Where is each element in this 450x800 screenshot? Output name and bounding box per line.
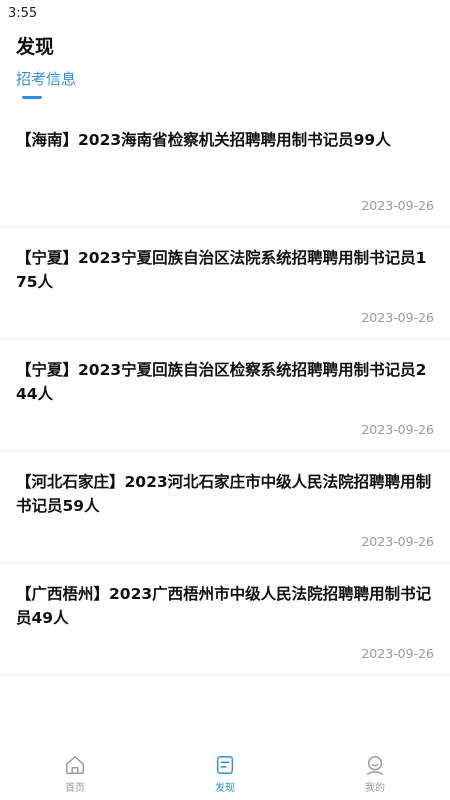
tab-exam-info[interactable]: 招考信息	[16, 68, 76, 90]
tab-bar: 招考信息	[0, 68, 450, 104]
status-bar: 3:55	[0, 0, 450, 26]
home-icon	[66, 756, 84, 774]
article-title: 【海南】2023海南省检察机关招聘聘用制书记员99人	[16, 131, 391, 149]
list-item[interactable]: 【海南】2023海南省检察机关招聘聘用制书记员99人 2023-09-26	[0, 110, 450, 228]
article-date: 2023-09-26	[361, 198, 434, 213]
app-screen: 3:55 发现 招考信息 【海南】2023海南省检察机关招聘聘用制书记员99人 …	[0, 0, 450, 800]
profile-icon	[366, 756, 384, 775]
discover-icon	[216, 756, 234, 774]
nav-profile-label: 我的	[365, 783, 385, 794]
article-title: 【广西梧州】2023广西梧州市中级人民法院招聘聘用制书记员49人	[16, 585, 432, 627]
article-date: 2023-09-26	[361, 310, 434, 325]
article-title: 【宁夏】2023宁夏回族自治区法院系统招聘聘用制书记员175人	[16, 249, 427, 291]
bottom-nav: 首页 发现 我的	[0, 748, 450, 800]
status-time: 3:55	[8, 5, 38, 21]
list-item[interactable]: 【宁夏】2023宁夏回族自治区检察系统招聘聘用制书记员244人 2023-09-…	[0, 340, 450, 452]
nav-home[interactable]: 首页	[0, 748, 150, 800]
article-title: 【宁夏】2023宁夏回族自治区检察系统招聘聘用制书记员244人	[16, 361, 427, 403]
nav-home-label: 首页	[65, 783, 85, 794]
tab-indicator	[22, 96, 42, 99]
list-item[interactable]: 【宁夏】2023宁夏回族自治区法院系统招聘聘用制书记员175人 2023-09-…	[0, 228, 450, 340]
article-date: 2023-09-26	[361, 646, 434, 661]
list-item[interactable]: 【广西梧州】2023广西梧州市中级人民法院招聘聘用制书记员49人 2023-09…	[0, 564, 450, 676]
nav-discover-label: 发现	[215, 783, 235, 794]
nav-discover[interactable]: 发现	[150, 748, 300, 800]
nav-profile[interactable]: 我的	[300, 748, 450, 800]
article-date: 2023-09-26	[361, 534, 434, 549]
list-item[interactable]: 【河北石家庄】2023河北石家庄市中级人民法院招聘聘用制书记员59人 2023-…	[0, 452, 450, 564]
article-date: 2023-09-26	[361, 422, 434, 437]
article-list: 【海南】2023海南省检察机关招聘聘用制书记员99人 2023-09-26 【宁…	[0, 110, 450, 676]
page-title: 发现	[16, 36, 55, 58]
article-title: 【河北石家庄】2023河北石家庄市中级人民法院招聘聘用制书记员59人	[16, 473, 432, 515]
